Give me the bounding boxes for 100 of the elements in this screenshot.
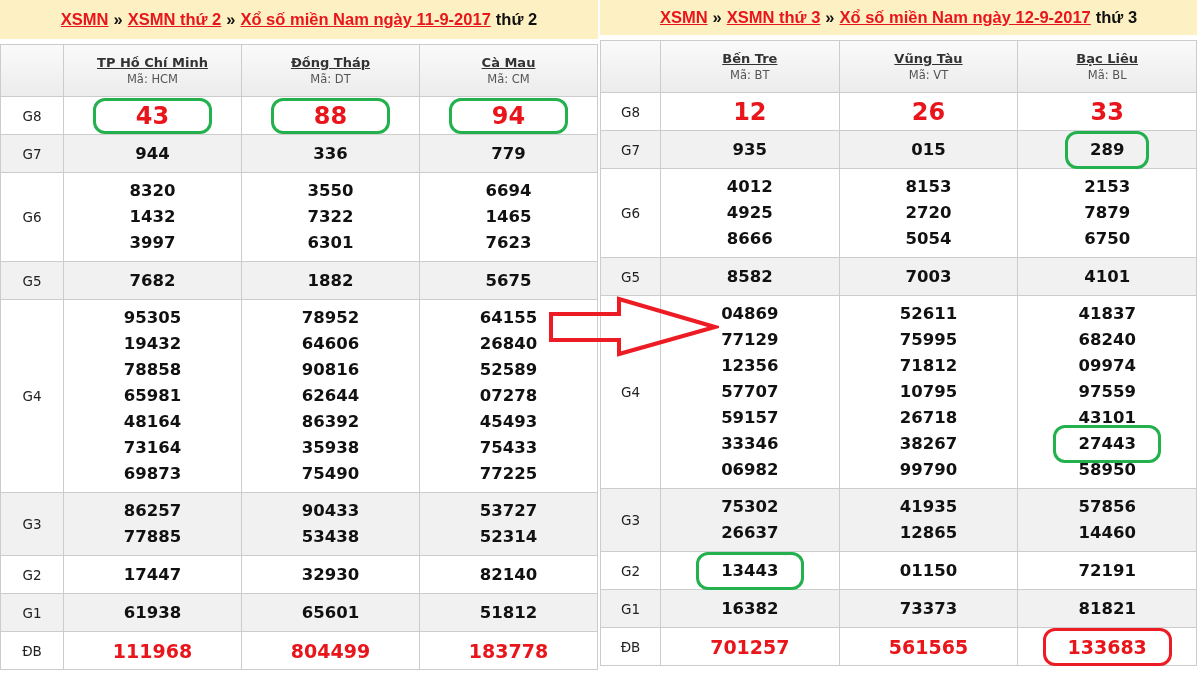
result-number: 77225 — [479, 463, 538, 485]
breadcrumb-link[interactable]: Xổ số miền Nam ngày 12-9-2017 — [839, 8, 1091, 27]
result-number: 41837 — [1078, 303, 1136, 325]
breadcrumb-link[interactable]: XSMN — [659, 8, 708, 27]
breadcrumb-link[interactable]: Xổ số miền Nam ngày 11-9-2017 — [240, 10, 491, 29]
result-number: 2153 — [1084, 176, 1131, 198]
result-number: 4101 — [1084, 265, 1131, 288]
province-link[interactable]: Vũng Tàu — [894, 51, 963, 66]
result-number: 26840 — [479, 333, 538, 355]
breadcrumb-text: thứ 2 — [495, 10, 538, 29]
prize-label: G5 — [22, 272, 42, 289]
result-number: 6301 — [307, 232, 354, 254]
result-number: 8153 — [905, 176, 952, 198]
result-number: 12356 — [721, 355, 779, 377]
result-number: 111968 — [112, 638, 193, 664]
province-link[interactable]: Cà Mau — [481, 55, 536, 70]
result-number: 62644 — [301, 385, 360, 407]
prize-label: G7 — [22, 145, 42, 162]
circled-number: 133683 — [1042, 627, 1172, 666]
prize-label: ĐB — [620, 638, 641, 655]
result-number: 12 — [733, 98, 767, 125]
result-number: 32930 — [301, 563, 360, 586]
result-number: 3997 — [129, 232, 176, 254]
result-number: 86392 — [301, 411, 360, 433]
breadcrumb-separator: » — [226, 10, 236, 29]
result-number: 75433 — [479, 437, 538, 459]
result-number: 59157 — [721, 407, 779, 429]
breadcrumb-separator: » — [113, 10, 123, 29]
result-number: 73164 — [123, 437, 182, 459]
result-number: 26718 — [899, 407, 958, 429]
result-number: 97559 — [1078, 381, 1136, 403]
result-number: 04869 — [721, 303, 779, 325]
breadcrumb-separator: » — [712, 8, 722, 27]
prize-label: G2 — [22, 566, 42, 583]
result-number: 01150 — [899, 559, 958, 582]
province-code: Mã: VT — [908, 68, 949, 82]
result-number: 09974 — [1078, 355, 1136, 377]
province-link[interactable]: Bạc Liêu — [1076, 51, 1139, 66]
result-number: 86257 — [123, 500, 182, 522]
prize-label: G1 — [620, 600, 641, 617]
result-number: 944 — [135, 142, 170, 165]
result-number: 4012 — [726, 176, 773, 198]
result-number: 336 — [313, 142, 348, 165]
result-number: 8320 — [129, 180, 176, 202]
breadcrumb-link[interactable]: XSMN thứ 3 — [726, 8, 821, 27]
result-number: 45493 — [479, 411, 538, 433]
result-number: 81821 — [1078, 597, 1136, 620]
result-number: 65981 — [123, 385, 182, 407]
result-number: 8582 — [726, 265, 773, 288]
result-number: 1432 — [129, 206, 176, 228]
prize-label: G6 — [620, 205, 641, 221]
result-number: 57707 — [721, 381, 779, 403]
result-number: 61938 — [123, 601, 182, 624]
province-code: Mã: BL — [1087, 68, 1127, 82]
result-number: 69873 — [123, 463, 182, 485]
result-number: 6694 — [485, 180, 532, 202]
prize-label: G1 — [22, 604, 42, 621]
result-number: 72191 — [1078, 559, 1136, 582]
result-number: 4925 — [726, 202, 773, 224]
result-number: 779 — [491, 142, 526, 165]
province-code: Mã: HCM — [126, 72, 179, 86]
breadcrumb-text: thứ 3 — [1095, 8, 1138, 27]
result-number: 99790 — [899, 459, 958, 481]
province-link[interactable]: TP Hồ Chí Minh — [97, 55, 208, 70]
result-number: 8666 — [726, 228, 773, 250]
prize-label: G8 — [22, 107, 42, 124]
prize-label: G7 — [620, 141, 641, 158]
result-number: 07278 — [479, 385, 538, 407]
circled-number: 27443 — [1053, 425, 1161, 463]
result-number: 16382 — [721, 597, 779, 620]
result-number: 78858 — [123, 359, 182, 381]
result-number: 65601 — [301, 601, 360, 624]
province-code: Mã: DT — [310, 72, 351, 86]
result-number: 78952 — [301, 307, 360, 329]
result-number: 6750 — [1084, 228, 1131, 250]
province-link[interactable]: Đồng Tháp — [290, 55, 371, 70]
result-number: 52589 — [479, 359, 538, 381]
breadcrumb-link[interactable]: XSMN — [60, 10, 109, 29]
breadcrumb-link[interactable]: XSMN thứ 2 — [127, 10, 222, 29]
province-code: Mã: CM — [487, 72, 530, 86]
prize-label: ĐB — [22, 642, 42, 659]
province-link[interactable]: Bến Tre — [722, 51, 778, 66]
result-number: 77129 — [721, 329, 779, 351]
result-number: 48164 — [123, 411, 182, 433]
result-number: 19432 — [123, 333, 182, 355]
result-number: 701257 — [710, 634, 790, 660]
result-number: 3550 — [307, 180, 354, 202]
result-number: 33346 — [721, 433, 779, 455]
result-number: 1882 — [307, 269, 354, 292]
result-number: 26 — [911, 98, 946, 125]
result-number: 35938 — [301, 437, 360, 459]
result-number: 7003 — [905, 265, 952, 288]
result-number: 53438 — [301, 526, 360, 548]
result-number: 561565 — [888, 634, 969, 660]
result-number: 7623 — [485, 232, 532, 254]
result-number: 77885 — [123, 526, 182, 548]
prize-label: G6 — [22, 209, 42, 225]
result-number: 53727 — [479, 500, 538, 522]
result-number: 75995 — [899, 329, 958, 351]
result-number: 52611 — [899, 303, 958, 325]
